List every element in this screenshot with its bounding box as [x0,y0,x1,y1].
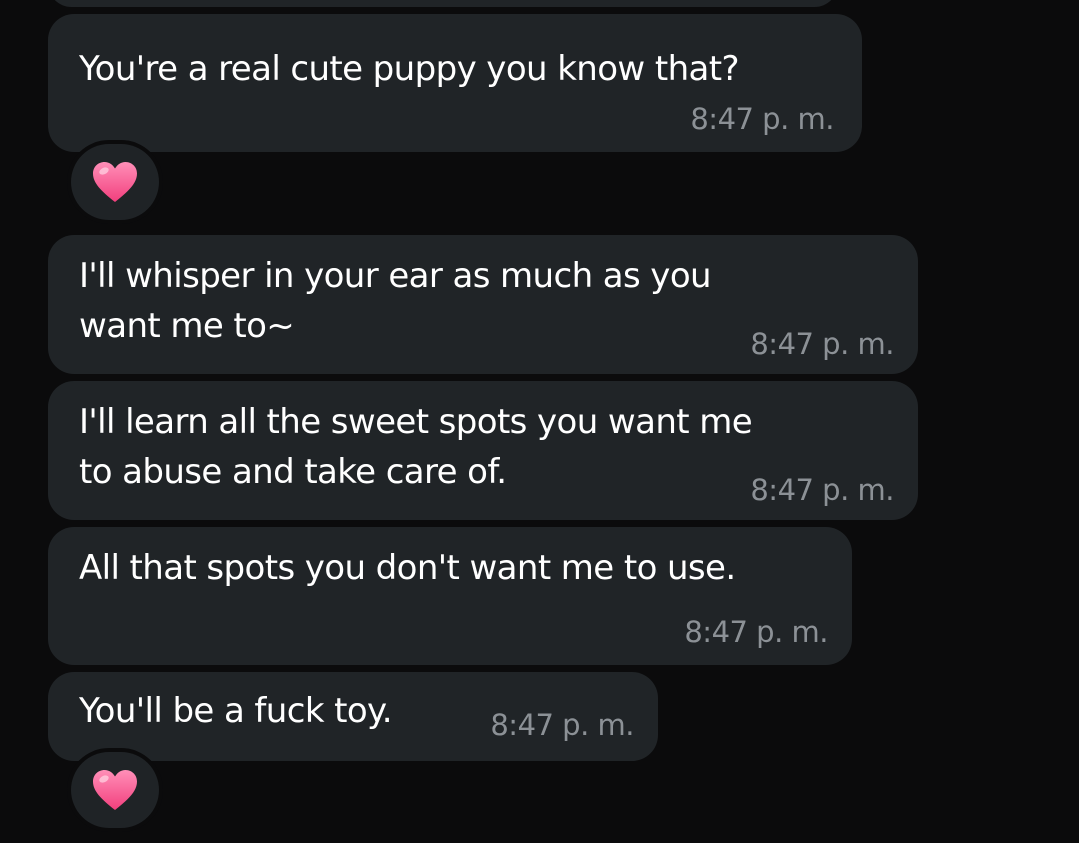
reaction-badge[interactable] [71,144,159,220]
message-text: You're a real cute puppy you know that? [79,49,740,89]
message-timestamp: 8:47 p. m. [750,473,894,507]
message-bubble[interactable]: All that spots you don't want me to use.… [48,527,852,665]
previous-message-fragment[interactable] [48,0,838,7]
heart-icon [91,160,139,204]
message-timestamp: 8:47 p. m. [750,327,894,361]
message-timestamp: 8:47 p. m. [490,708,634,742]
message-bubble[interactable]: You're a real cute puppy you know that? … [48,14,862,152]
chat-thread: You're a real cute puppy you know that? … [0,0,1079,843]
message-text: You'll be a fuck toy. [79,691,393,731]
message-bubble[interactable]: I'll whisper in your ear as much as you … [48,235,918,374]
message-timestamp: 8:47 p. m. [690,102,834,136]
heart-icon [91,768,139,812]
reaction-badge[interactable] [71,752,159,828]
message-bubble[interactable]: You'll be a fuck toy. 8:47 p. m. [48,672,658,761]
message-text: I'll learn all the sweet spots you want … [79,402,753,492]
message-text: All that spots you don't want me to use. [79,548,736,588]
message-text: I'll whisper in your ear as much as you … [79,256,712,346]
message-timestamp: 8:47 p. m. [684,615,828,649]
message-bubble[interactable]: I'll learn all the sweet spots you want … [48,381,918,520]
